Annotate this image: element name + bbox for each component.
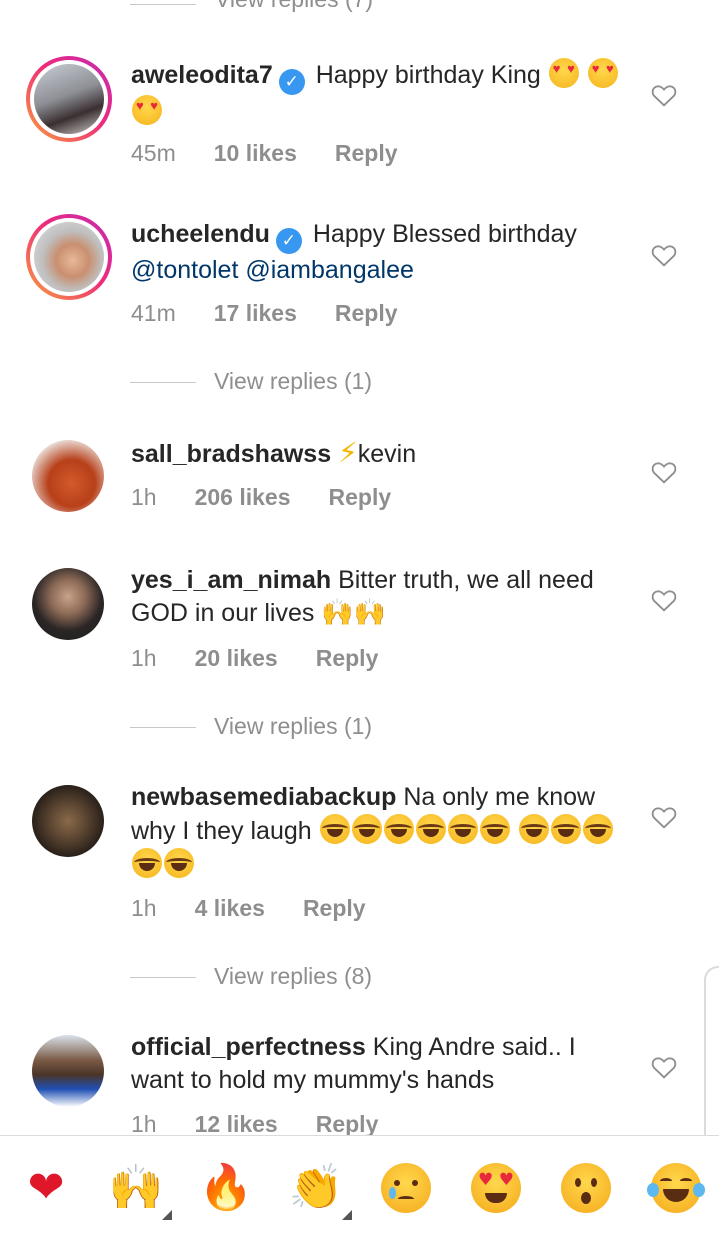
lightning-emoji-icon: ⚡ [338, 436, 358, 469]
verified-badge-icon: ✓ [278, 69, 305, 95]
reply-button[interactable]: Reply [335, 140, 398, 166]
comment-likes[interactable]: 20 likes [195, 645, 278, 671]
divider-line [130, 4, 196, 5]
fire-emoji-button[interactable]: 🔥 [196, 1158, 256, 1218]
heart-emoji-button[interactable]: ❤ [16, 1158, 76, 1218]
comment-time: 1h [131, 484, 157, 510]
raising-hands-emoji-icon: 🙌 [353, 598, 387, 628]
comment-time: 1h [131, 895, 157, 921]
comment-text: sall_bradshawss ⚡kevin [131, 436, 631, 471]
avatar[interactable] [26, 56, 112, 142]
reply-button[interactable]: Reply [316, 1111, 379, 1137]
reply-button[interactable]: Reply [303, 895, 366, 921]
heart-eyes-emoji-button[interactable]: ♥ ♥ [466, 1158, 526, 1218]
heart-outline-icon[interactable] [651, 588, 677, 612]
comment-username[interactable]: yes_i_am_nimah [131, 566, 331, 594]
avatar[interactable] [32, 785, 104, 857]
comment-username[interactable]: ucheelendu [131, 220, 270, 248]
comment-likes[interactable]: 10 likes [214, 140, 297, 166]
heart-eyes-emoji-icon [587, 58, 618, 88]
comment-username[interactable]: official_perfectness [131, 1033, 366, 1061]
raising-hands-emoji-icon: 🙌 [321, 598, 354, 628]
tears-of-joy-emoji-icon [132, 848, 162, 878]
view-replies-label: View replies (1) [214, 368, 373, 394]
comment-username[interactable]: newbasemediabackup [131, 783, 396, 811]
comment-text: yes_i_am_nimah Bitter truth, we all need… [131, 564, 631, 630]
tears-of-joy-emoji-icon [518, 814, 549, 844]
avatar[interactable] [32, 568, 104, 640]
comment-meta: 41m 17 likes Reply [131, 300, 436, 327]
reply-button[interactable]: Reply [316, 645, 379, 671]
comment-likes[interactable]: 206 likes [195, 484, 291, 510]
heart-outline-icon[interactable] [651, 1055, 677, 1079]
heart-outline-icon[interactable] [651, 805, 677, 829]
tears-of-joy-emoji-icon [383, 814, 414, 844]
heart-outline-icon[interactable] [651, 83, 677, 107]
comment-meta: 1h 12 likes Reply [131, 1111, 416, 1138]
surprised-face-icon [561, 1163, 611, 1213]
view-replies-link[interactable]: View replies (7) [215, 0, 373, 13]
heart-eyes-emoji-icon [548, 58, 579, 88]
tears-of-joy-emoji-icon [351, 814, 382, 844]
verified-badge-icon: ✓ [275, 228, 302, 254]
tears-of-joy-emoji-icon [582, 814, 613, 844]
comment-text: ucheelendu ✓ Happy Blessed birthday @tont… [131, 218, 631, 287]
clapping-hands-emoji-button[interactable]: 👏 [286, 1158, 352, 1220]
comment-body: kevin [357, 440, 417, 468]
raising-hands-emoji-button[interactable]: 🙌 [106, 1158, 172, 1220]
view-replies-label: View replies (1) [214, 713, 373, 739]
view-replies-link[interactable]: View replies (1) [130, 368, 372, 395]
divider-line [130, 977, 196, 979]
comment-time: 45m [131, 140, 176, 166]
tears-of-joy-emoji-icon [447, 814, 478, 844]
view-replies-label: View replies (8) [214, 963, 373, 989]
quick-emoji-bar: ❤ 🙌 🔥 👏 ♥ ♥ [0, 1135, 719, 1242]
avatar[interactable] [32, 1035, 104, 1107]
reply-button[interactable]: Reply [335, 300, 398, 326]
divider-line [130, 727, 196, 729]
avatar[interactable] [32, 440, 104, 512]
comment-likes[interactable]: 12 likes [195, 1111, 278, 1137]
avatar[interactable] [26, 214, 112, 300]
comment-time: 41m [131, 300, 176, 326]
comment-text: newbasemediabackup Na only me know why I… [131, 781, 631, 882]
crying-face-icon [381, 1163, 431, 1213]
comment-mentions[interactable]: @tontolet @iambangalee [131, 256, 414, 284]
comment-meta: 1h 4 likes Reply [131, 895, 404, 922]
tears-of-joy-face-icon [647, 1163, 705, 1213]
rofl-emoji-icon [415, 814, 446, 844]
divider-line [130, 382, 196, 384]
tears-of-joy-emoji-button[interactable] [646, 1158, 706, 1218]
comment-meta: 1h 206 likes Reply [131, 484, 429, 511]
comment-time: 1h [131, 645, 157, 671]
tears-of-joy-emoji-icon [164, 848, 194, 878]
tears-of-joy-emoji-icon [479, 814, 510, 844]
comment-likes[interactable]: 17 likes [214, 300, 297, 326]
surprised-face-emoji-button[interactable] [556, 1158, 616, 1218]
tears-of-joy-emoji-icon [550, 814, 581, 844]
view-replies-link[interactable]: View replies (8) [130, 963, 372, 990]
comment-likes[interactable]: 4 likes [195, 895, 265, 921]
heart-outline-icon[interactable] [651, 243, 677, 267]
comment-text: aweleodita7 ✓ Happy birthday King [131, 58, 631, 129]
reply-button[interactable]: Reply [329, 484, 392, 510]
comment-meta: 1h 20 likes Reply [131, 645, 416, 672]
comment-meta: 45m 10 likes Reply [131, 140, 436, 167]
heart-outline-icon[interactable] [651, 460, 677, 484]
comment-text: official_perfectness King Andre said.. I… [131, 1031, 631, 1097]
comment-username[interactable]: aweleodita7 [131, 61, 273, 89]
heart-eyes-emoji-icon [132, 95, 162, 125]
comment-username[interactable]: sall_bradshawss [131, 440, 331, 468]
comment-body: Happy birthday King [315, 61, 541, 89]
tears-of-joy-emoji-icon [319, 814, 350, 844]
comment-body: Happy Blessed birthday [312, 220, 577, 248]
crying-face-emoji-button[interactable] [376, 1158, 436, 1218]
comment-time: 1h [131, 1111, 157, 1137]
heart-eyes-face-icon: ♥ ♥ [471, 1163, 521, 1213]
view-replies-link[interactable]: View replies (1) [130, 713, 372, 740]
